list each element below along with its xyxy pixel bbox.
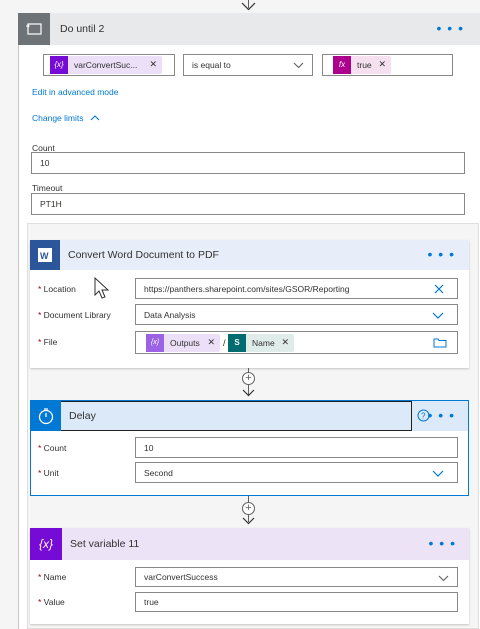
delay-title: Delay [69, 410, 96, 422]
expression-icon: fx [333, 56, 351, 74]
variable-icon: {x} [50, 56, 68, 74]
delay-count-value: 10 [144, 443, 154, 453]
convert-title: Convert Word Document to PDF [68, 249, 219, 261]
document-library-select[interactable]: Data Analysis [135, 304, 458, 325]
do-until-header[interactable]: Do until 2 • • • [18, 13, 480, 45]
location-select[interactable]: https://panthers.sharepoint.com/sites/GS… [135, 278, 458, 299]
arrow-down-icon [241, 2, 256, 11]
mouse-cursor-icon [94, 276, 110, 299]
chevron-down-icon [293, 62, 304, 69]
set-variable-menu-button[interactable]: • • • [429, 536, 456, 550]
condition-operator-value: is equal to [192, 60, 231, 70]
folder-icon[interactable] [433, 337, 447, 348]
file-label: File [38, 337, 58, 347]
file-field[interactable]: {x} Outputs ✕ / S Name ✕ [135, 331, 458, 354]
condition-left-token-label: varConvertSuc... [74, 60, 138, 70]
delay-unit-label: Unit [38, 468, 59, 478]
timeout-input[interactable]: PT1H [31, 193, 465, 215]
remove-token-icon[interactable]: ✕ [378, 59, 386, 70]
variable-name-label: Name [38, 572, 67, 582]
chevron-down-icon [432, 312, 444, 319]
variable-name-value: varConvertSuccess [144, 572, 218, 582]
timeout-value: PT1H [40, 199, 62, 209]
chevron-down-icon [438, 575, 449, 582]
svg-text:W: W [40, 251, 49, 261]
delay-unit-select[interactable]: Second [135, 462, 458, 483]
remove-token-icon[interactable]: ✕ [149, 59, 157, 70]
document-library-label: Document Library [38, 310, 111, 320]
count-value: 10 [40, 158, 50, 168]
delay-unit-value: Second [144, 468, 173, 478]
sharepoint-icon: S [228, 334, 246, 352]
chevron-up-icon [90, 115, 100, 121]
svg-text:?: ? [421, 412, 426, 421]
timeout-label: Timeout [32, 183, 63, 193]
condition-left-token[interactable]: {x} varConvertSuc... ✕ [50, 56, 162, 74]
condition-right-token[interactable]: fx true ✕ [333, 56, 391, 74]
do-until-title: Do until 2 [60, 23, 105, 35]
delay-header[interactable]: Delay ? • • • [31, 401, 468, 431]
do-until-menu-button[interactable]: • • • [437, 21, 464, 35]
add-step-button[interactable]: + [242, 372, 255, 385]
change-limits-label: Change limits [32, 113, 84, 123]
add-step-button[interactable]: + [242, 502, 255, 515]
file-path-separator: / [223, 338, 226, 348]
condition-left-field[interactable]: {x} varConvertSuc... ✕ [43, 54, 175, 76]
count-input[interactable]: 10 [31, 152, 465, 174]
file-token-name[interactable]: S Name ✕ [228, 334, 294, 352]
delay-count-label: Count [38, 443, 67, 453]
timer-icon [31, 401, 61, 431]
remove-token-icon[interactable]: ✕ [281, 337, 289, 348]
file-token-name-label: Name [252, 338, 275, 348]
convert-header[interactable]: W Convert Word Document to PDF • • • [30, 240, 469, 270]
document-library-value: Data Analysis [144, 310, 196, 320]
arrow-down-icon [242, 389, 255, 397]
file-token-outputs-label: Outputs [170, 338, 200, 348]
set-variable-header[interactable]: {x} Set variable 11 • • • [30, 528, 469, 560]
delay-count-input[interactable]: 10 [135, 437, 458, 458]
condition-right-field[interactable]: fx true ✕ [322, 54, 453, 76]
variable-value-input[interactable]: true [135, 592, 458, 612]
condition-right-token-label: true [357, 60, 372, 70]
condition-operator-select[interactable]: is equal to [183, 54, 313, 76]
edit-advanced-link[interactable]: Edit in advanced mode [32, 87, 118, 97]
variable-value-label: Value [38, 597, 65, 607]
set-variable-title: Set variable 11 [70, 538, 140, 550]
convert-menu-button[interactable]: • • • [428, 247, 455, 261]
remove-token-icon[interactable]: ✕ [207, 337, 215, 348]
change-limits-link[interactable]: Change limits [32, 113, 100, 123]
chevron-down-icon [432, 470, 444, 477]
variable-name-select[interactable]: varConvertSuccess [135, 567, 458, 587]
clear-icon[interactable] [434, 284, 444, 294]
arrow-down-icon [242, 517, 255, 525]
variable-value-value: true [144, 597, 159, 607]
variable-icon: {x} [146, 334, 164, 352]
location-label: Location [38, 284, 76, 294]
file-token-outputs[interactable]: {x} Outputs ✕ [146, 334, 220, 352]
location-value: https://panthers.sharepoint.com/sites/GS… [144, 284, 350, 294]
variable-icon: {x} [30, 528, 62, 560]
delay-menu-button[interactable]: • • • [428, 408, 455, 422]
loop-icon [18, 13, 50, 45]
word-icon: W [30, 240, 60, 270]
